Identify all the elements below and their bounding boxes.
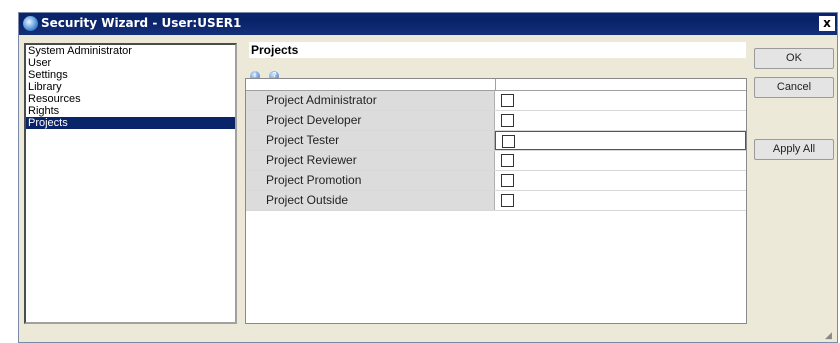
grid-header-name-column[interactable] bbox=[246, 79, 496, 90]
grid-header-value-column[interactable] bbox=[496, 79, 746, 90]
checkbox[interactable] bbox=[501, 114, 514, 127]
table-row: Project Developer bbox=[246, 111, 746, 131]
app-icon bbox=[23, 16, 38, 31]
row-value-cell[interactable] bbox=[495, 151, 746, 170]
checkbox[interactable] bbox=[501, 174, 514, 187]
table-row: Project Administrator bbox=[246, 91, 746, 111]
row-label: Project Administrator bbox=[246, 91, 495, 110]
table-row: Project Reviewer bbox=[246, 151, 746, 171]
title-bar[interactable]: Security Wizard - User:USER1 x bbox=[19, 13, 837, 35]
grid-header bbox=[246, 79, 746, 91]
resize-grip-icon[interactable]: ◢ bbox=[825, 330, 835, 340]
row-label: Project Reviewer bbox=[246, 151, 495, 170]
security-wizard-window: Security Wizard - User:USER1 x System Ad… bbox=[18, 12, 838, 343]
window-title: Security Wizard - User:USER1 bbox=[41, 16, 242, 30]
ok-button[interactable]: OK bbox=[754, 48, 834, 69]
row-label: Project Promotion bbox=[246, 171, 495, 190]
nav-item-user[interactable]: User bbox=[26, 57, 235, 69]
table-row: Project Tester bbox=[246, 131, 746, 151]
row-value-cell[interactable] bbox=[495, 171, 746, 190]
checkbox[interactable] bbox=[501, 154, 514, 167]
row-value-cell[interactable] bbox=[495, 91, 746, 110]
nav-item-projects[interactable]: Projects bbox=[26, 117, 235, 129]
nav-item-resources[interactable]: Resources bbox=[26, 93, 235, 105]
row-label: Project Outside bbox=[246, 191, 495, 210]
section-title: Projects bbox=[249, 42, 746, 58]
permissions-grid: Project Administrator Project Developer … bbox=[245, 78, 747, 324]
close-icon[interactable]: x bbox=[819, 16, 835, 31]
checkbox[interactable] bbox=[501, 94, 514, 107]
row-label: Project Tester bbox=[246, 131, 495, 150]
row-value-cell[interactable] bbox=[495, 131, 746, 150]
checkbox[interactable] bbox=[502, 135, 515, 148]
cancel-button[interactable]: Cancel bbox=[754, 77, 834, 98]
nav-item-library[interactable]: Library bbox=[26, 81, 235, 93]
category-list[interactable]: System Administrator User Settings Libra… bbox=[24, 43, 237, 324]
table-row: Project Outside bbox=[246, 191, 746, 211]
row-value-cell[interactable] bbox=[495, 191, 746, 210]
row-label: Project Developer bbox=[246, 111, 495, 130]
row-value-cell[interactable] bbox=[495, 111, 746, 130]
nav-item-rights[interactable]: Rights bbox=[26, 105, 235, 117]
apply-all-button[interactable]: Apply All bbox=[754, 139, 834, 160]
nav-item-settings[interactable]: Settings bbox=[26, 69, 235, 81]
nav-item-system-administrator[interactable]: System Administrator bbox=[26, 45, 235, 57]
checkbox[interactable] bbox=[501, 194, 514, 207]
table-row: Project Promotion bbox=[246, 171, 746, 191]
